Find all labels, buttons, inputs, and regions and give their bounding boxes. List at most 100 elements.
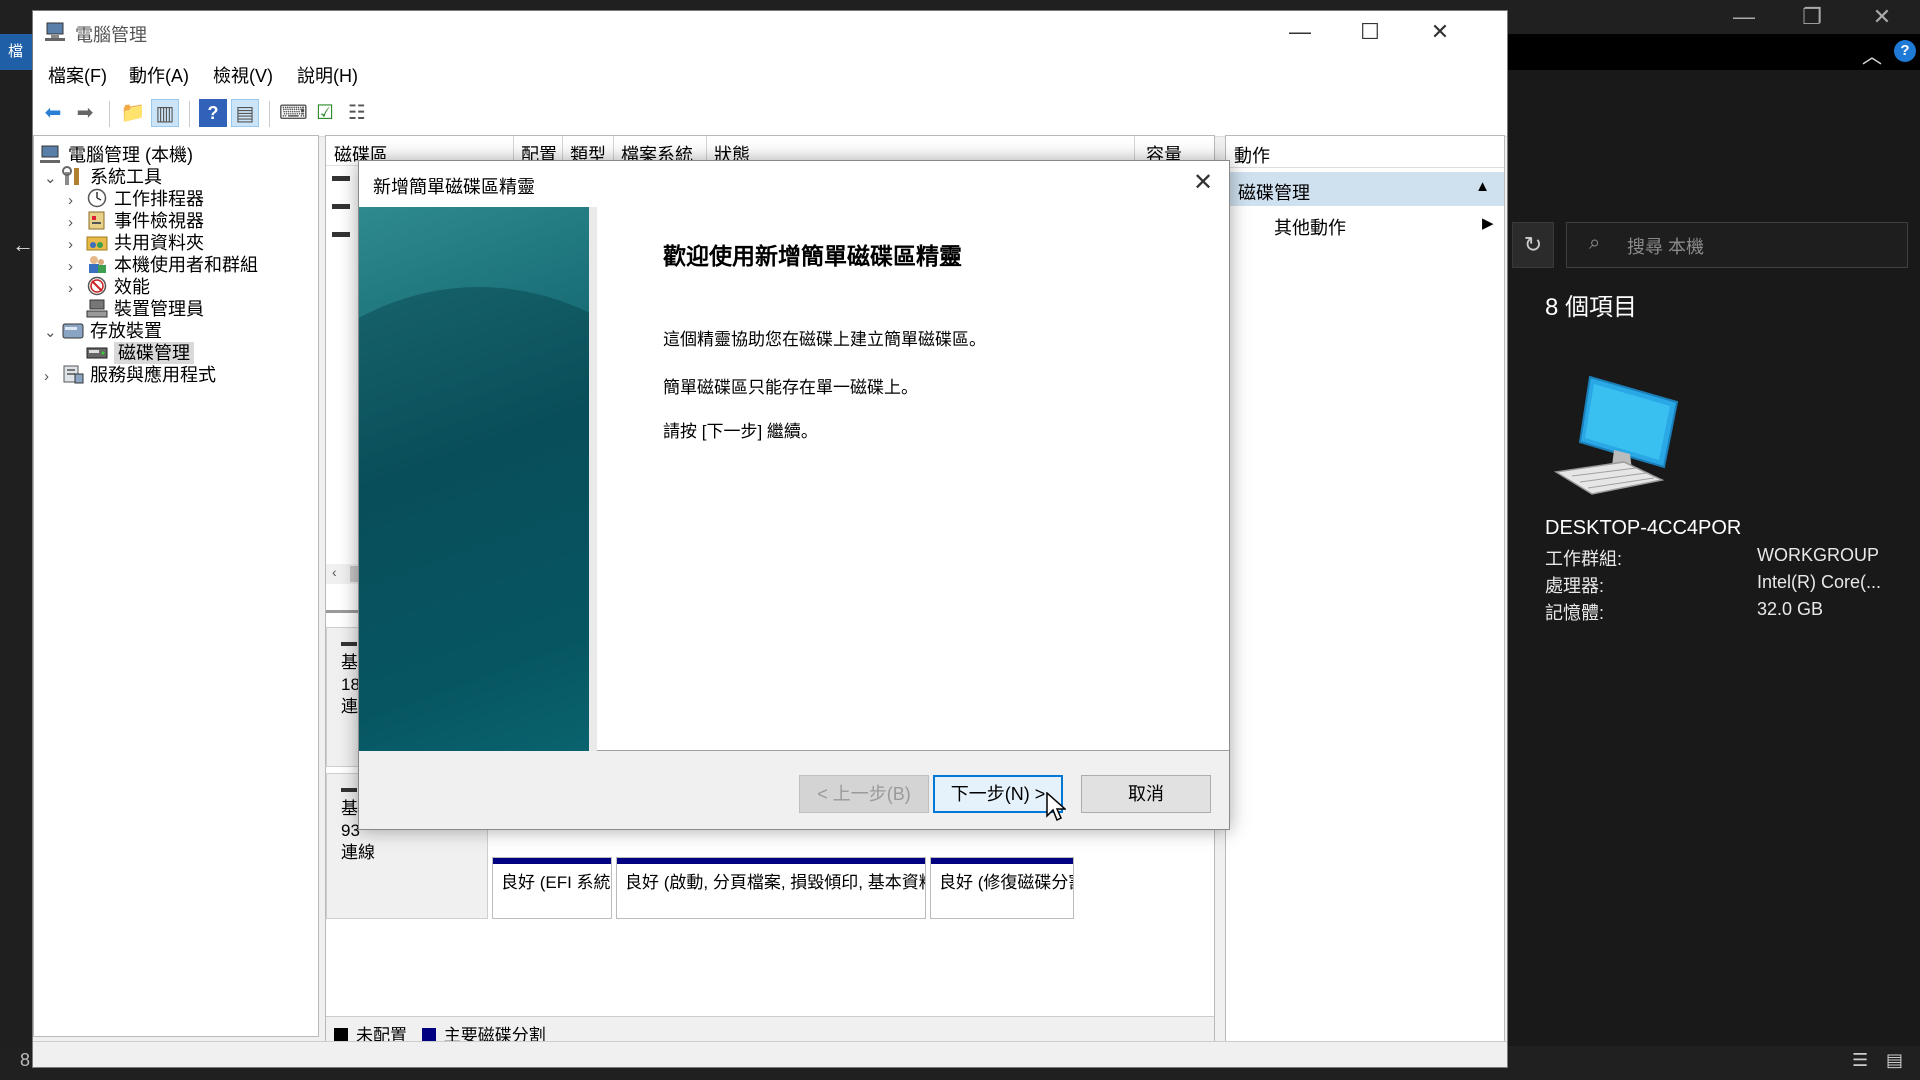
show-hide-action-pane-icon[interactable]: ▤ xyxy=(231,99,259,127)
tiles-view-icon[interactable]: ▤ xyxy=(1886,1050,1903,1071)
disk-status: 連線 xyxy=(341,843,375,862)
back-arrow-icon[interactable]: ← xyxy=(12,232,34,258)
tree-label: 工作排程器 xyxy=(114,189,204,209)
partition-system[interactable]: 良好 (啟動, 分頁檔案, 損毀傾印, 基本資料磁碟 xyxy=(616,857,926,919)
search-input[interactable]: ⌕ 搜尋 本機 xyxy=(1566,222,1908,268)
partition-recovery[interactable]: 良好 (修復磁碟分割 xyxy=(930,857,1074,919)
wizard-close-button[interactable]: ✕ xyxy=(1177,161,1229,207)
info-value: WORKGROUP xyxy=(1757,545,1880,565)
tree-label: 效能 xyxy=(114,277,150,297)
disk-icon xyxy=(341,642,357,646)
storage-icon xyxy=(62,323,84,339)
partition-efi[interactable]: 良好 (EFI 系統 xyxy=(492,857,612,919)
wizard-titlebar: 新增簡單磁碟區精靈 ✕ xyxy=(359,161,1229,207)
menu-help[interactable]: 說明(H) xyxy=(297,62,358,88)
wizard-banner-image xyxy=(359,207,597,751)
cm-titlebar: 電腦管理 — ☐ ✕ xyxy=(33,11,1507,53)
wizard-title: 新增簡單磁碟區精靈 xyxy=(373,177,535,197)
new-simple-volume-wizard: 新增簡單磁碟區精靈 ✕ 歡迎使用新增簡單磁碟區精靈 這個精靈協助您在磁碟上建立簡… xyxy=(358,160,1230,830)
forward-icon[interactable]: ➡ xyxy=(71,99,99,127)
info-value: 32.0 GB xyxy=(1757,599,1824,619)
menu-file[interactable]: 檔案(F) xyxy=(48,62,107,88)
partition-label: 良好 (啟動, 分頁檔案, 損毀傾印, 基本資料磁碟 xyxy=(625,873,925,892)
item-count: 8 個項目 xyxy=(1545,294,1638,321)
help-icon[interactable]: ? xyxy=(1894,40,1916,62)
search-placeholder: 搜尋 本機 xyxy=(1627,237,1705,257)
connect-icon[interactable]: ⌨ xyxy=(279,99,308,127)
collapse-chevron-icon[interactable]: ⌄ xyxy=(44,323,62,341)
console-tree: 電腦管理 (本機) ⌄ 系統工具 › 工作排程器 › 事件檢視器 › 共用資料夾 › 本機… xyxy=(33,135,319,1037)
info-row-memory: 記憶體: 32.0 GB xyxy=(1545,599,1895,625)
disk-management-icon xyxy=(86,347,108,359)
tree-label: 事件檢視器 xyxy=(114,211,204,231)
cm-close-button[interactable]: ✕ xyxy=(1405,11,1475,53)
tools-icon xyxy=(62,166,79,185)
computer-management-icon xyxy=(40,145,60,163)
cm-maximize-button[interactable]: ☐ xyxy=(1335,11,1405,53)
toolbar: ⬅ ➡ 📁 ▥ ? ▤ ⌨ ☑ ☷ xyxy=(33,91,1507,137)
info-row-processor: 處理器: Intel(R) Core(... xyxy=(1545,572,1895,598)
refresh-button[interactable]: ↻ xyxy=(1512,222,1554,268)
collapse-up-icon[interactable]: ▲ xyxy=(1475,178,1490,195)
wizard-paragraph-2: 簡單磁碟區只能存在單一磁碟上。 xyxy=(663,378,918,397)
primary-partition-swatch xyxy=(421,1028,436,1042)
volume-row-icon xyxy=(332,176,350,181)
expand-chevron-icon[interactable]: › xyxy=(44,368,62,385)
wizard-body: 歡迎使用新增簡單磁碟區精靈 這個精靈協助您在磁碟上建立簡單磁碟區。 簡單磁碟區只… xyxy=(359,207,1229,751)
check-icon[interactable]: ☑ xyxy=(311,99,339,127)
computer-name: DESKTOP-4CC4POR xyxy=(1545,517,1742,539)
wizard-paragraph-3: 請按 [下一步] 繼續。 xyxy=(663,422,818,441)
search-icon: ⌕ xyxy=(1589,232,1601,254)
tree-label: 存放裝置 xyxy=(90,321,162,341)
scroll-left-icon[interactable]: ‹ xyxy=(332,564,337,580)
performance-icon xyxy=(87,276,107,296)
show-hide-tree-icon[interactable]: ▥ xyxy=(151,99,179,127)
actions-section-label: 磁碟管理 xyxy=(1238,183,1310,203)
info-key: 工作群組: xyxy=(1545,549,1623,569)
submenu-arrow-icon[interactable]: ▶ xyxy=(1482,214,1494,232)
tree-label: 服務與應用程式 xyxy=(90,365,216,385)
help-icon[interactable]: ? xyxy=(199,99,227,127)
collapse-chevron-icon[interactable]: ⌄ xyxy=(44,169,62,187)
wizard-paragraph-1: 這個精靈協助您在磁碟上建立簡單磁碟區。 xyxy=(663,330,986,349)
shared-folder-icon xyxy=(86,236,108,251)
more-actions-item[interactable]: 其他動作 xyxy=(1274,214,1346,240)
event-viewer-icon xyxy=(88,211,105,230)
ribbon-collapse-icon[interactable]: ︿ xyxy=(1862,40,1882,69)
up-folder-icon[interactable]: 📁 xyxy=(119,99,147,127)
info-value: Intel(R) Core(... xyxy=(1757,572,1882,592)
back-icon[interactable]: ⬅ xyxy=(39,99,67,127)
back-button[interactable]: < 上一步(B) xyxy=(799,775,929,813)
explorer-file-tab[interactable]: 檔 xyxy=(0,34,32,70)
tree-label: 電腦管理 (本機) xyxy=(68,145,193,165)
partition-label: 良好 (EFI 系統 xyxy=(501,873,611,892)
cm-statusbar xyxy=(33,1041,1507,1067)
explorer-status-count: 8 xyxy=(20,1050,31,1070)
cancel-button[interactable]: 取消 xyxy=(1081,775,1211,813)
computer-icon[interactable] xyxy=(1552,372,1682,497)
explorer-restore-button[interactable]: ❐ xyxy=(1784,2,1840,32)
device-manager-icon xyxy=(86,299,108,318)
tree-services-apps[interactable]: › 服務與應用程式 xyxy=(44,361,216,387)
explorer-minimize-button[interactable]: — xyxy=(1716,2,1772,32)
actions-header: 動作 xyxy=(1226,136,1504,168)
computer-management-icon xyxy=(45,22,65,41)
cm-minimize-button[interactable]: — xyxy=(1265,11,1335,53)
menu-action[interactable]: 動作(A) xyxy=(129,62,189,88)
next-button[interactable]: 下一步(N) > xyxy=(933,775,1063,813)
properties-icon[interactable]: ☷ xyxy=(343,99,371,127)
services-icon xyxy=(63,365,84,384)
mouse-cursor-icon xyxy=(1046,792,1066,822)
clock-icon xyxy=(87,188,107,208)
volume-row-icon xyxy=(332,232,350,237)
tree-label: 裝置管理員 xyxy=(114,299,204,319)
info-key: 記憶體: xyxy=(1545,603,1605,623)
expand-chevron-icon[interactable]: › xyxy=(68,280,86,297)
unallocated-swatch xyxy=(334,1028,348,1042)
explorer-close-button[interactable]: ✕ xyxy=(1854,2,1910,32)
actions-section-disk-management[interactable]: 磁碟管理 ▲ xyxy=(1226,172,1504,206)
details-view-icon[interactable]: ☰ xyxy=(1852,1050,1868,1071)
volume-row-icon xyxy=(332,204,350,209)
menu-view[interactable]: 檢視(V) xyxy=(213,62,273,88)
actions-pane: 動作 磁碟管理 ▲ 其他動作 ▶ xyxy=(1225,135,1505,1045)
